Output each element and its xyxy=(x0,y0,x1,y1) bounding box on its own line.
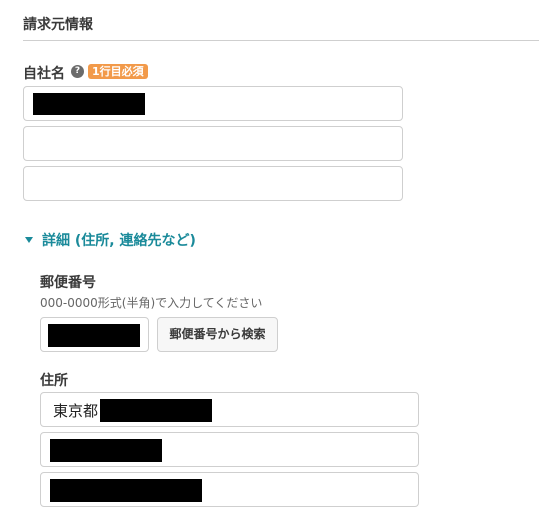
postal-search-button[interactable]: 郵便番号から検索 xyxy=(157,317,278,352)
address-prefix: 東京都 xyxy=(53,402,99,420)
postal-code-input[interactable] xyxy=(40,317,149,352)
details-toggle[interactable]: 詳細 (住所, 連絡先など) xyxy=(25,230,196,250)
redacted-value xyxy=(50,479,202,502)
required-badge: 1行目必須 xyxy=(88,64,148,79)
address-input-2[interactable] xyxy=(40,432,419,467)
postal-code-hint: 000-0000形式(半角)で入力してください xyxy=(40,296,263,310)
postal-code-label: 郵便番号 xyxy=(40,275,96,291)
address-input-1[interactable]: 東京都 xyxy=(40,392,419,427)
caret-down-icon xyxy=(25,237,33,243)
company-name-label: 自社名 xyxy=(23,66,65,82)
company-name-input-1[interactable] xyxy=(23,86,403,121)
details-toggle-label: 詳細 (住所, 連絡先など) xyxy=(42,233,196,249)
company-name-input-3[interactable] xyxy=(23,166,403,201)
redacted-value xyxy=(50,439,162,462)
section-title: 請求元情報 xyxy=(23,17,93,33)
redacted-value xyxy=(48,324,140,347)
redacted-value xyxy=(33,93,145,115)
redacted-value xyxy=(100,399,212,422)
section-divider xyxy=(23,40,539,41)
company-name-input-2[interactable] xyxy=(23,126,403,161)
address-input-3[interactable] xyxy=(40,472,419,507)
address-label: 住所 xyxy=(40,373,68,389)
question-circle-icon[interactable]: ? xyxy=(71,65,84,78)
